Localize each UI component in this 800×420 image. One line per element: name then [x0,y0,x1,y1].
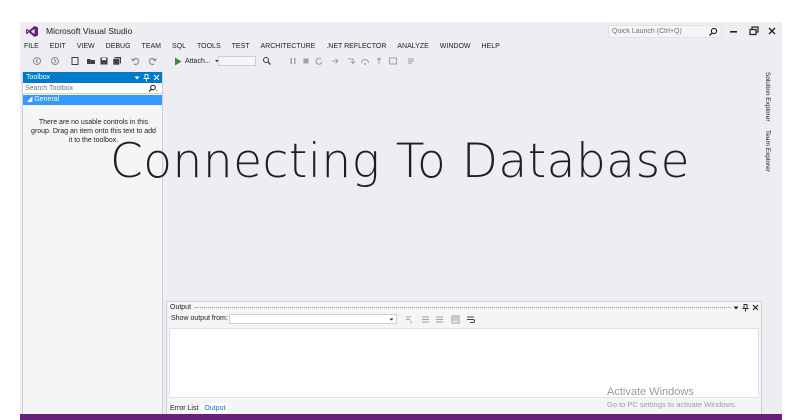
pin-icon[interactable] [742,303,749,312]
comment-icon[interactable] [406,56,416,66]
chevron-down-icon[interactable] [134,75,140,81]
output-toolbar: Show output from: [167,313,761,326]
solution-config-combo[interactable] [218,56,256,66]
solution-explorer-tab[interactable]: Solution Explorer [764,72,771,122]
search-icon[interactable] [708,27,718,37]
back-icon[interactable] [32,56,42,66]
redo-icon[interactable] [148,56,158,66]
toolbox-search[interactable] [23,83,162,94]
output-header[interactable]: Output [167,302,761,313]
quick-launch[interactable] [608,25,722,38]
visual-studio-window: Microsoft Visual Studio FILE EDIT VIEW D… [20,22,782,420]
restore-icon[interactable] [748,25,760,37]
new-project-icon[interactable] [70,56,80,66]
attach-label: Attach... [185,57,211,65]
quick-launch-input[interactable] [612,26,704,37]
step-into-icon[interactable] [346,56,356,66]
save-icon[interactable] [99,56,109,66]
overlay-title: Connecting To Database [109,134,690,189]
stop-icon[interactable] [301,56,311,66]
activate-windows-subtitle: Go to PC settings to activate Windows. [607,400,737,409]
open-file-icon[interactable] [86,56,96,66]
show-output-label: Show output from: [171,315,228,322]
toolbox-group-label: General [34,96,60,103]
menu-window[interactable]: WINDOW [440,41,471,53]
activate-windows-title: Activate Windows [607,386,694,398]
toolbox-panel: Toolbox ◢ General There are no usable co… [22,72,163,420]
menu-sql[interactable]: SQL [172,41,186,53]
restart-icon[interactable] [314,56,324,66]
status-bar [20,414,782,420]
menu-net-reflector[interactable]: .NET REFLECTOR [326,41,386,53]
title-bar: Microsoft Visual Studio [20,22,782,40]
find-message-icon[interactable] [405,315,414,324]
next-message-icon[interactable] [435,315,444,324]
previous-message-icon[interactable] [421,315,430,324]
forward-icon[interactable] [50,56,60,66]
toolbox-search-input[interactable] [25,83,135,93]
menu-view[interactable]: VIEW [77,41,95,53]
find-icon[interactable] [262,56,272,66]
toolbox-title: Toolbox [26,74,51,81]
show-output-from-select[interactable] [229,314,397,324]
minimize-icon[interactable] [728,25,740,37]
visual-studio-logo-icon [26,26,38,37]
menu-edit[interactable]: EDIT [50,41,66,53]
pause-icon[interactable] [288,56,298,66]
menu-test[interactable]: TEST [232,41,250,53]
attach-button[interactable]: Attach... [174,55,220,67]
step-over-icon[interactable] [360,56,370,66]
menu-architecture[interactable]: ARCHITECTURE [261,41,316,53]
word-wrap-icon[interactable] [466,315,475,324]
close-icon[interactable] [153,74,160,81]
menu-debug[interactable]: DEBUG [106,41,131,53]
chevron-down-icon[interactable] [733,305,739,311]
menu-bar: FILE EDIT VIEW DEBUG TEAM SQL TOOLS TEST… [20,41,782,53]
standard-toolbar: Attach... [20,53,782,69]
activate-windows-watermark: Activate Windows Go to PC settings to ac… [607,386,737,409]
toolbox-header[interactable]: Toolbox [23,72,162,83]
show-next-statement-icon[interactable] [330,56,340,66]
pin-icon[interactable] [143,73,150,82]
app-title: Microsoft Visual Studio [46,26,133,36]
menu-file[interactable]: FILE [24,41,39,53]
undo-icon[interactable] [130,56,140,66]
play-icon [175,57,182,65]
menu-help[interactable]: HELP [482,41,500,53]
menu-tools[interactable]: TOOLS [197,41,221,53]
menu-team[interactable]: TEAM [142,41,161,53]
close-icon[interactable] [766,25,778,37]
close-icon[interactable] [752,304,759,311]
chevron-down-icon [389,318,394,321]
output-title: Output [170,304,192,311]
toolbox-group-general[interactable]: ◢ General [23,95,162,105]
search-icon[interactable] [148,84,158,93]
step-out-icon[interactable] [374,56,384,66]
hex-display-icon[interactable] [388,56,398,66]
clear-all-icon[interactable] [451,315,460,324]
save-all-icon[interactable] [112,56,122,66]
menu-analyze[interactable]: ANALYZE [397,41,428,53]
